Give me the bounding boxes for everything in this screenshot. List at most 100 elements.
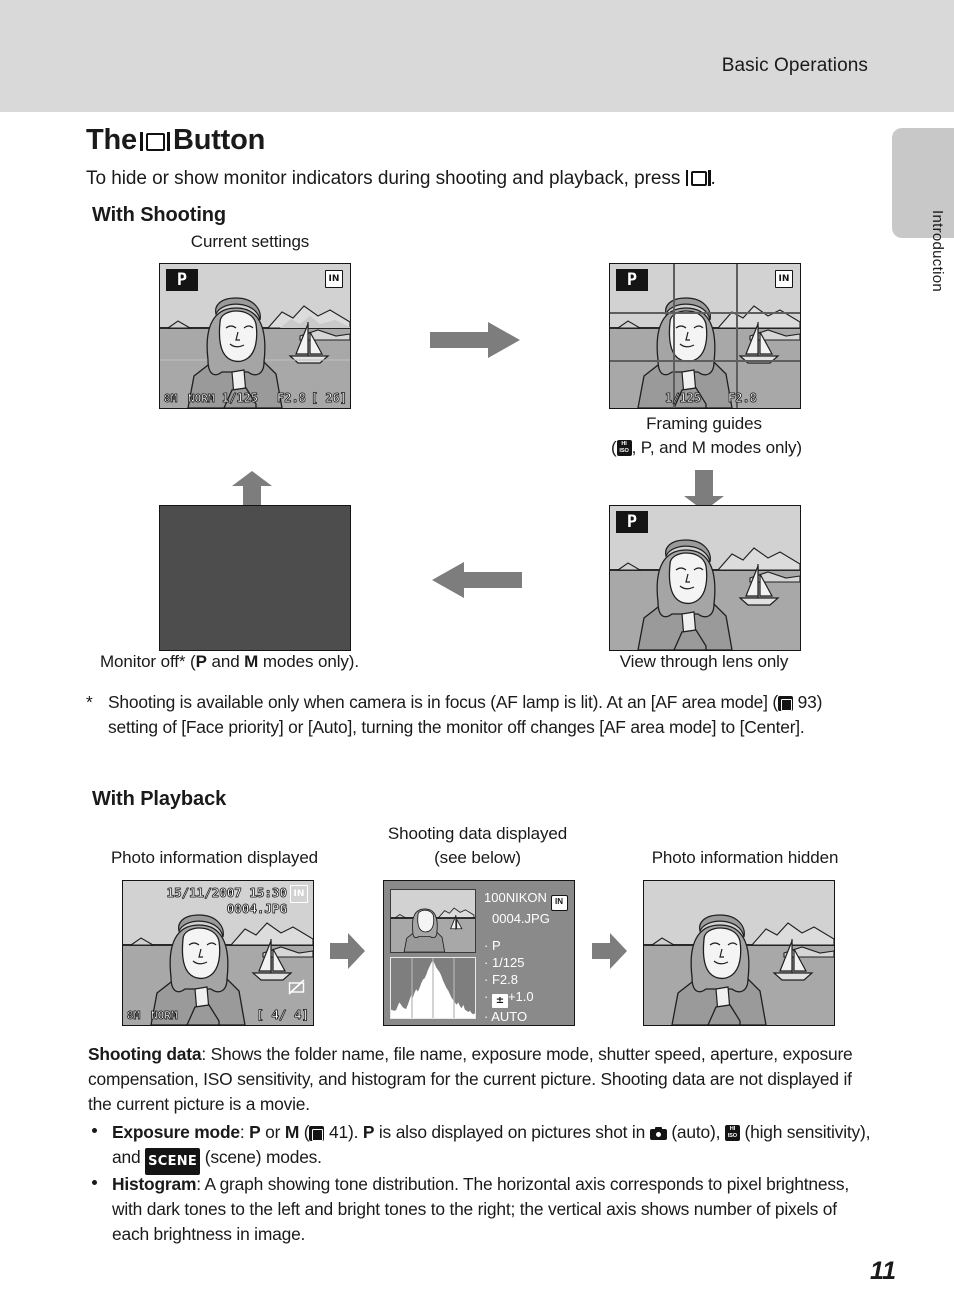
- no-print-icon: [288, 979, 305, 995]
- footnote-marker: *: [86, 692, 93, 712]
- caption-shooting-data-line1: Shooting data displayed: [387, 824, 568, 843]
- header-title: Basic Operations: [721, 55, 868, 76]
- osd-frame-counter: [ 4/ 4]: [256, 1007, 309, 1023]
- page-number: 11: [870, 1257, 896, 1285]
- internal-memory-icon: IN: [325, 270, 343, 288]
- monitor-button-icon-inline: [685, 170, 711, 186]
- osd-datetime: 15/11/2007 15:30: [166, 885, 287, 901]
- mode-badge: P: [616, 511, 648, 533]
- shooting-data-iso: AUTO: [491, 1009, 528, 1024]
- arrow-right-playback-2: [592, 933, 627, 969]
- section-title-shooting: With Shooting: [92, 204, 227, 226]
- caption-current-settings: Current settings: [190, 232, 310, 251]
- section-tab-label: Introduction: [929, 210, 946, 292]
- internal-memory-icon: IN: [550, 895, 568, 911]
- shooting-data-thumbnail: [390, 889, 476, 953]
- shooting-data-filename: 0004.JPG: [492, 911, 550, 926]
- page-title: The Button: [86, 124, 265, 157]
- bullet-auto-text: (auto),: [671, 1122, 721, 1142]
- caption-photo-info-hidden: Photo information hidden: [651, 848, 839, 867]
- shooting-data-paragraph-text: : Shows the folder name, file name, expo…: [88, 1044, 853, 1114]
- internal-memory-icon: IN: [775, 270, 793, 288]
- osd-quality: NORM: [151, 1009, 178, 1023]
- section-title-playback: With Playback: [92, 788, 227, 810]
- page-title-after: Button: [172, 124, 266, 156]
- osd-image-size: 8M: [127, 1009, 141, 1023]
- screen-lens-only: P: [609, 505, 801, 651]
- intro-paragraph: To hide or show monitor indicators durin…: [86, 168, 716, 190]
- osd-shutter-speed: 1/125: [665, 391, 702, 406]
- bullet-exposure-mode-ref: 41: [329, 1122, 348, 1142]
- caption-framing-guides-line2: (HI ISO, P, and M modes only): [584, 438, 829, 458]
- osd-shots-remaining: [ 26]: [310, 391, 348, 406]
- monitor-button-icon: [139, 132, 170, 151]
- shooting-data-row-iso: · AUTO: [484, 1009, 528, 1024]
- caption-framing-guides-line1: Framing guides: [646, 414, 762, 433]
- shooting-data-folder: 100NIKON: [484, 890, 547, 905]
- shooting-data-exposure-comp: +1.0: [507, 989, 534, 1004]
- mode-badge: P: [166, 269, 198, 291]
- caption-photo-info: Photo information displayed: [110, 848, 319, 867]
- high-sensitivity-icon: HI ISO: [616, 440, 632, 456]
- intro-text-before: To hide or show monitor indicators durin…: [86, 168, 681, 189]
- histogram: [390, 957, 476, 1019]
- footnote-page-ref: 93: [797, 692, 817, 712]
- shooting-data-exposure-mode: P: [491, 938, 501, 953]
- bullet-scene-text: (scene) modes.: [204, 1147, 322, 1167]
- arrow-left: [432, 562, 522, 598]
- framing-grid-v1: [673, 264, 675, 408]
- shooting-data-rows: · P · 1/125 · F2.8 · ± +1.0 · AUTO: [484, 937, 534, 1025]
- screen-info-hidden: [643, 880, 835, 1026]
- shooting-data-shutter: 1/125: [491, 955, 525, 970]
- screen-monitor-off: [159, 505, 351, 651]
- shooting-data-paragraph-label: Shooting data: [88, 1044, 202, 1064]
- screen-photo-info: 15/11/2007 15:30 IN 0004.JPG 8M NORM [ 4…: [122, 880, 314, 1026]
- bullet-histogram-body: : A graph showing tone distribution. The…: [112, 1174, 849, 1244]
- landscape-art: [394, 907, 475, 952]
- reference-book-icon: [778, 696, 794, 711]
- bullet-exposure-mode: Exposure mode: P or M ( 41). P is also d…: [92, 1120, 872, 1175]
- shooting-data-folder-row: 100NIKON IN: [484, 890, 568, 911]
- auto-mode-camera-icon: [649, 1127, 667, 1140]
- screen-current-settings: P IN 8M NORM 1/125 F2.8 [ 26]: [159, 263, 351, 409]
- screen-shooting-data: 100NIKON IN 0004.JPG · P · 1/125 · F2.8 …: [383, 880, 575, 1026]
- framing-grid-v2: [736, 264, 738, 408]
- bullet-exposure-mode-text: Exposure mode: P or M ( 41). P is also d…: [112, 1120, 872, 1175]
- osd-quality: NORM: [188, 392, 215, 406]
- mode-badge: P: [616, 269, 648, 291]
- framing-grid-h2: [610, 360, 800, 362]
- page-title-before: The: [86, 124, 137, 156]
- bullet-histogram: Histogram: A graph showing tone distribu…: [92, 1172, 872, 1247]
- bullet-dot: [92, 1128, 97, 1133]
- bullet-exposure-mode-label: Exposure mode: [112, 1122, 240, 1142]
- reference-book-icon: [309, 1126, 325, 1141]
- histogram-plot: [391, 958, 475, 1018]
- osd-aperture: F2.8: [277, 391, 307, 406]
- bullet-histogram-label: Histogram: [112, 1174, 197, 1194]
- person-art: [671, 914, 767, 1025]
- internal-memory-icon: IN: [290, 885, 308, 903]
- shooting-data-aperture: F2.8: [491, 972, 518, 987]
- osd-filename: 0004.JPG: [226, 901, 287, 917]
- osd-image-size: 8M: [164, 392, 178, 406]
- high-sensitivity-icon: HI ISO: [724, 1125, 740, 1141]
- exposure-compensation-icon: ±: [491, 994, 508, 1008]
- shooting-data-row-mode: · P: [484, 938, 501, 953]
- framing-grid-h1: [610, 312, 800, 314]
- shooting-data-row-aperture: · F2.8: [484, 972, 518, 987]
- osd-aperture: F2.8: [728, 391, 758, 406]
- footnote-text: Shooting is available only when camera i…: [108, 692, 823, 737]
- caption-monitor-off: Monitor off* (P and M modes only).: [100, 652, 359, 671]
- bullet-histogram-text: Histogram: A graph showing tone distribu…: [112, 1172, 872, 1247]
- caption-shooting-data-line2: (see below): [434, 848, 521, 867]
- caption-lens-only: View through lens only: [619, 652, 789, 671]
- arrow-right-top: [430, 322, 520, 358]
- shooting-data-row-expcomp: · ± +1.0: [484, 989, 534, 1008]
- shooting-data-row-shutter: · 1/125: [484, 955, 525, 970]
- footnote: * Shooting is available only when camera…: [86, 690, 872, 740]
- shooting-data-paragraph: Shooting data: Shows the folder name, fi…: [88, 1042, 872, 1117]
- bullet-dot: [92, 1180, 97, 1185]
- screen-framing-guides: P IN 1/125 F2.8: [609, 263, 801, 409]
- scene-mode-icon: SCENE: [145, 1148, 201, 1175]
- arrow-right-playback-1: [330, 933, 365, 969]
